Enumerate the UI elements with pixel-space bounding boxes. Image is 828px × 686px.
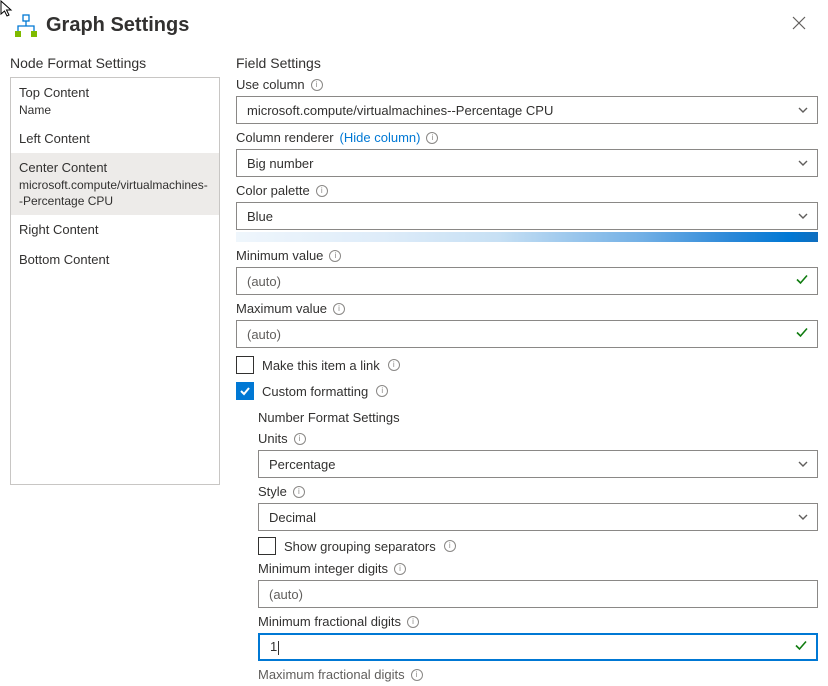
info-icon[interactable]: i (407, 616, 419, 628)
minimum-value-label: Minimum value (236, 248, 323, 263)
maximum-value-input[interactable]: (auto) (236, 320, 818, 348)
dialog-header: Graph Settings (0, 0, 828, 55)
info-icon[interactable]: i (426, 132, 438, 144)
nav-item-label: Center Content (19, 159, 211, 177)
maximum-value-text: (auto) (247, 327, 281, 342)
minimum-value-text: (auto) (247, 274, 281, 289)
info-icon[interactable]: i (388, 359, 400, 371)
info-icon[interactable]: i (311, 79, 323, 91)
column-renderer-select[interactable]: Big number (236, 149, 818, 177)
minimum-value-input[interactable]: (auto) (236, 267, 818, 295)
make-link-label: Make this item a link (262, 358, 380, 373)
info-icon[interactable]: i (444, 540, 456, 552)
use-column-value: microsoft.compute/virtualmachines--Perce… (247, 103, 553, 118)
dialog-title: Graph Settings (46, 14, 784, 37)
color-palette-label: Color palette (236, 183, 310, 198)
nav-item-center-content[interactable]: Center Contentmicrosoft.compute/virtualm… (11, 153, 219, 215)
info-icon[interactable]: i (333, 303, 345, 315)
nav-item-label: Bottom Content (19, 251, 211, 269)
info-icon[interactable]: i (294, 433, 306, 445)
nav-item-top-content[interactable]: Top ContentName (11, 78, 219, 124)
custom-formatting-checkbox[interactable] (236, 382, 254, 400)
chevron-down-icon (797, 157, 809, 169)
check-icon (795, 273, 809, 290)
info-icon[interactable]: i (316, 185, 328, 197)
grouping-separators-label: Show grouping separators (284, 539, 436, 554)
style-label: Style (258, 484, 287, 499)
chevron-down-icon (797, 210, 809, 222)
chevron-down-icon (797, 104, 809, 116)
max-frac-digits-label: Maximum fractional digits (258, 667, 405, 682)
nav-item-sub: Name (19, 102, 211, 118)
make-link-checkbox[interactable] (236, 356, 254, 374)
min-int-digits-label: Minimum integer digits (258, 561, 388, 576)
info-icon[interactable]: i (293, 486, 305, 498)
hide-column-link[interactable]: (Hide column) (340, 130, 421, 145)
info-icon[interactable]: i (376, 385, 388, 397)
min-int-digits-input[interactable]: (auto) (258, 580, 818, 608)
nav-filler (11, 274, 219, 484)
check-icon (794, 639, 808, 656)
hierarchy-icon (14, 14, 38, 38)
min-frac-digits-label: Minimum fractional digits (258, 614, 401, 629)
info-icon[interactable]: i (411, 669, 423, 681)
column-renderer-label: Column renderer (236, 130, 334, 145)
style-value: Decimal (269, 510, 316, 525)
nav-item-label: Left Content (19, 130, 211, 148)
min-frac-digits-value: 1 (270, 639, 279, 655)
use-column-select[interactable]: microsoft.compute/virtualmachines--Perce… (236, 96, 818, 124)
min-frac-digits-input[interactable]: 1 (258, 633, 818, 661)
mouse-cursor (0, 0, 14, 21)
chevron-down-icon (797, 458, 809, 470)
units-select[interactable]: Percentage (258, 450, 818, 478)
units-label: Units (258, 431, 288, 446)
info-icon[interactable]: i (394, 563, 406, 575)
color-palette-value: Blue (247, 209, 273, 224)
left-section-title: Node Format Settings (10, 55, 220, 71)
min-int-digits-value: (auto) (269, 587, 303, 602)
grouping-separators-checkbox[interactable] (258, 537, 276, 555)
nav-item-sub: microsoft.compute/virtualmachines--Perce… (19, 177, 211, 209)
nav-item-label: Top Content (19, 84, 211, 102)
color-palette-select[interactable]: Blue (236, 202, 818, 230)
chevron-down-icon (797, 511, 809, 523)
nav-item-left-content[interactable]: Left Content (11, 124, 219, 154)
nav-item-bottom-content[interactable]: Bottom Content (11, 245, 219, 275)
style-select[interactable]: Decimal (258, 503, 818, 531)
check-icon (795, 326, 809, 343)
maximum-value-label: Maximum value (236, 301, 327, 316)
number-format-title: Number Format Settings (258, 410, 818, 425)
info-icon[interactable]: i (329, 250, 341, 262)
units-value: Percentage (269, 457, 336, 472)
close-button[interactable] (784, 12, 814, 39)
node-format-list: Top ContentName Left Content Center Conten… (10, 77, 220, 485)
nav-item-label: Right Content (19, 221, 211, 239)
use-column-label: Use column (236, 77, 305, 92)
custom-formatting-label: Custom formatting (262, 384, 368, 399)
right-section-title: Field Settings (236, 55, 818, 71)
color-gradient-preview (236, 232, 818, 242)
column-renderer-value: Big number (247, 156, 313, 171)
nav-item-right-content[interactable]: Right Content (11, 215, 219, 245)
